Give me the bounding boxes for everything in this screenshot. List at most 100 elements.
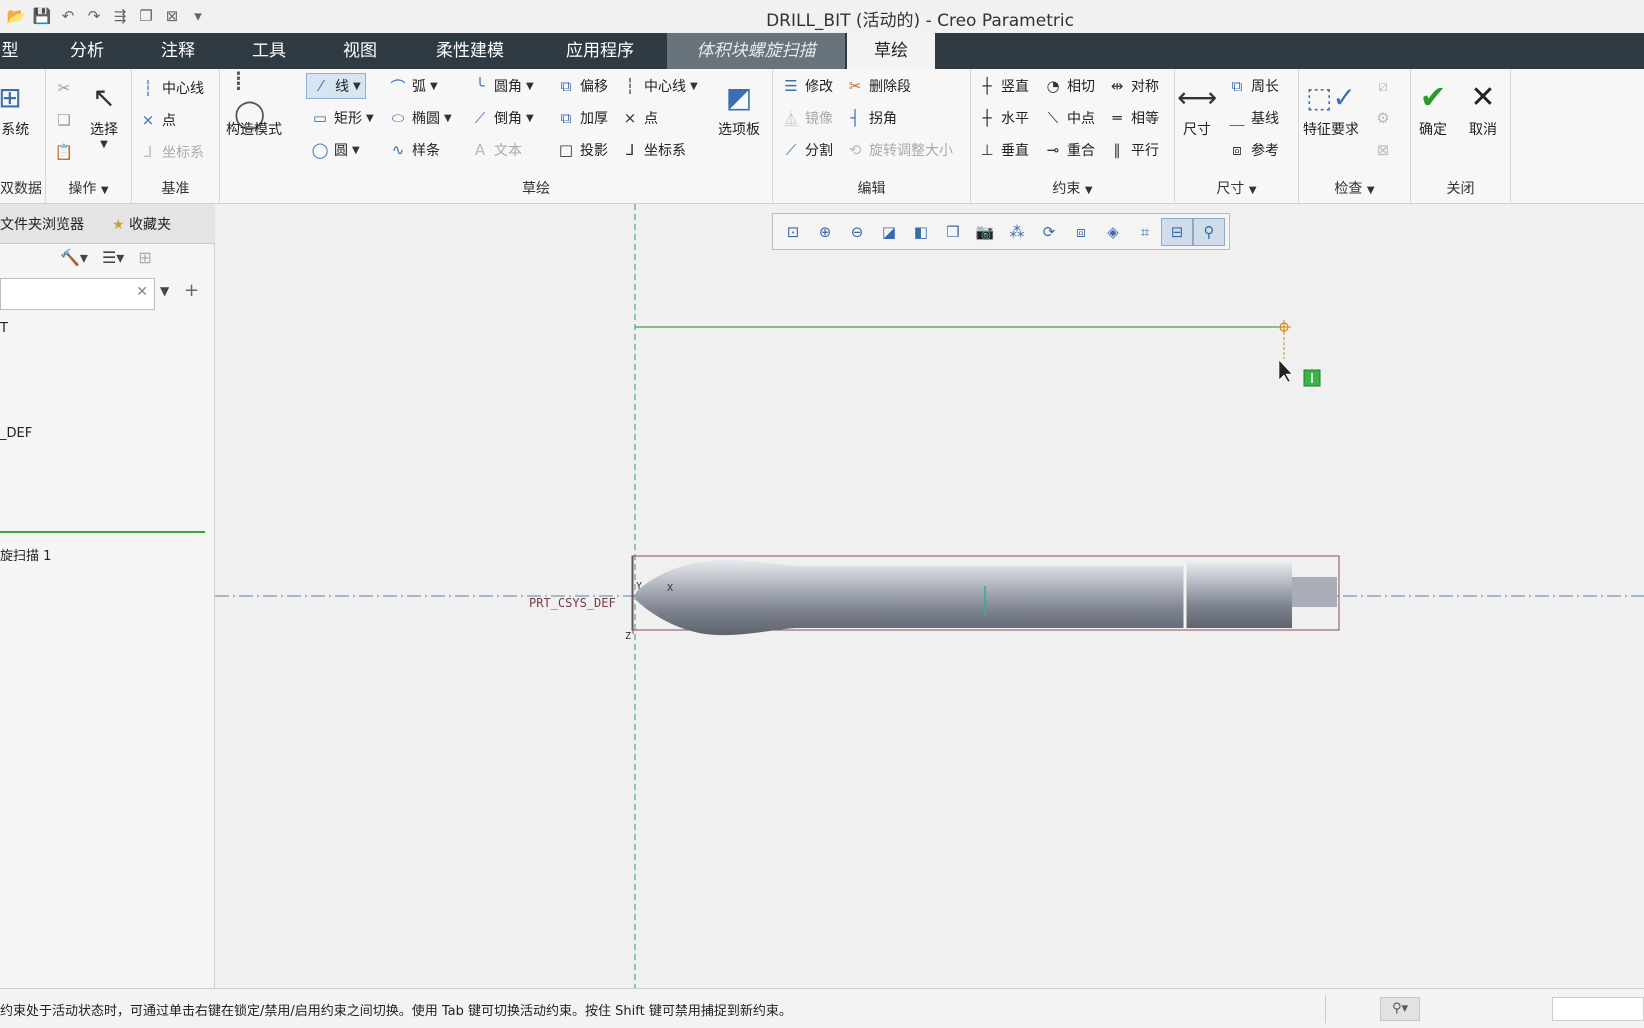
- tree-item[interactable]: T: [0, 321, 8, 336]
- construction-mode-button[interactable]: ⁞◯ 构造模式: [226, 64, 282, 139]
- group-label-dimension[interactable]: 尺寸 ▼: [1175, 178, 1298, 198]
- group-setup: ⊞ H系统 双数据: [0, 69, 46, 204]
- feature-requirements-button[interactable]: ⬚✓ 特征要求: [1303, 75, 1359, 139]
- search-input[interactable]: ✕: [0, 278, 155, 310]
- reference-icon: ⧈: [1232, 141, 1242, 159]
- dimension-button[interactable]: ⟷ 尺寸: [1177, 75, 1217, 139]
- vertical-icon: ┼: [982, 77, 992, 95]
- navigator-tabs: 文件夹浏览器 ★ 收藏夹: [0, 204, 215, 244]
- sketch-point-button[interactable]: × 点: [620, 105, 658, 131]
- tab-volume-helical-sweep[interactable]: 体积块螺旋扫描: [667, 33, 845, 69]
- chevron-down-icon: ▼: [352, 144, 360, 156]
- tab-applications[interactable]: 应用程序: [545, 33, 655, 69]
- perpendicular-constraint-button[interactable]: ⊥ 垂直: [977, 137, 1029, 163]
- graphics-window[interactable]: ⊡ ⊕ ⊖ ◪ ◧ ❒ 📷 ⁂ ⟳ ⧈ ◈ ⌗ ⊟ ⚲ Y X Z PRT_CS…: [215, 204, 1644, 988]
- tab-model[interactable]: 型: [0, 33, 20, 69]
- tab-folder-browser[interactable]: 文件夹浏览器: [0, 214, 84, 234]
- group-label-inspect[interactable]: 检查 ▼: [1299, 178, 1410, 198]
- csys-setup-button[interactable]: ⊞ H系统: [0, 75, 30, 139]
- tree-item[interactable]: 旋扫描 1: [0, 545, 51, 564]
- perimeter-button[interactable]: ⧉ 周长: [1227, 73, 1279, 99]
- modify-icon: ☰: [784, 77, 798, 95]
- arc-button[interactable]: ⌒ 弧 ▼: [388, 73, 437, 99]
- tab-flexible-modeling[interactable]: 柔性建模: [420, 33, 520, 69]
- line-button[interactable]: ⁄ 线 ▼: [306, 73, 366, 99]
- plus-icon[interactable]: +: [184, 280, 199, 301]
- modify-button[interactable]: ☰ 修改: [781, 73, 833, 99]
- select-button[interactable]: ↖ 选择 ▼: [84, 75, 124, 151]
- delete-segment-button[interactable]: ✂ 删除段: [845, 73, 911, 99]
- vertical-constraint-button[interactable]: ┼ 竖直: [977, 73, 1029, 99]
- find-button[interactable]: ⚲▾: [1380, 997, 1420, 1021]
- coordinate-system-icon: ⊞: [0, 80, 22, 114]
- divide-button[interactable]: ⟋ 分割: [781, 137, 833, 163]
- sketch-centerline-button[interactable]: ┆ 中心线 ▼: [620, 73, 697, 99]
- rectangle-button[interactable]: ▭ 矩形 ▼: [310, 105, 374, 131]
- sketch-svg: Y X Z PRT_CSYS_DEF: [215, 204, 1644, 988]
- mirror-button[interactable]: ⏅ 镜像: [781, 105, 833, 131]
- thicken-button[interactable]: ⧉ 加厚: [556, 105, 608, 131]
- ellipse-button[interactable]: ⬭ 椭圆 ▼: [388, 105, 452, 131]
- group-label-datum: 基准: [161, 181, 190, 197]
- clear-icon[interactable]: ✕: [136, 284, 148, 300]
- midpoint-constraint-button[interactable]: ⟍ 中点: [1043, 105, 1095, 131]
- tab-annotate[interactable]: 注释: [143, 33, 213, 69]
- tangent-constraint-button[interactable]: ◔ 相切: [1043, 73, 1095, 99]
- chevron-down-icon: ▼: [100, 185, 109, 196]
- tab-view[interactable]: 视图: [325, 33, 395, 69]
- group-label-operations[interactable]: 操作 ▼: [46, 178, 131, 198]
- circle-button[interactable]: ◯ 圆 ▼: [310, 137, 360, 163]
- inspect-tool-1-button[interactable]: ⧄: [1373, 73, 1393, 99]
- project-button[interactable]: □ 投影: [556, 137, 608, 163]
- tab-sketch[interactable]: 草绘: [847, 33, 935, 69]
- axis-y-label: Y: [636, 581, 642, 592]
- symmetric-constraint-button[interactable]: ⇹ 对称: [1107, 73, 1159, 99]
- tree-item[interactable]: _DEF: [0, 426, 32, 441]
- text-button[interactable]: A 文本: [470, 137, 522, 163]
- axis-z-label: Z: [625, 631, 631, 642]
- filter-icon[interactable]: ⊞: [138, 248, 151, 267]
- pointer-icon: ↖: [92, 80, 116, 114]
- datum-point-button[interactable]: × 点: [138, 107, 176, 133]
- favorites-icon: ★: [112, 217, 125, 233]
- datum-csys-button[interactable]: ⅃ 坐标系: [138, 139, 204, 165]
- chevron-down-icon[interactable]: ▼: [160, 284, 169, 298]
- tangent-icon: ◔: [1046, 77, 1060, 95]
- show-icon[interactable]: ☰▾: [102, 248, 124, 267]
- inspect-tool-3-button[interactable]: ⊠: [1373, 137, 1393, 163]
- baseline-button[interactable]: ⎽ 基线: [1227, 105, 1279, 131]
- inspect-tool-2-button[interactable]: ⚙: [1373, 105, 1393, 131]
- tab-favorites[interactable]: ★ 收藏夹: [112, 214, 171, 234]
- datum-centerline-button[interactable]: ┆ 中心线: [138, 75, 204, 101]
- parallel-constraint-button[interactable]: ∥ 平行: [1107, 137, 1159, 163]
- settings-icon[interactable]: 🔨▾: [60, 248, 88, 267]
- group-label-constrain[interactable]: 约束 ▼: [971, 178, 1174, 198]
- binoculars-icon: ⚲▾: [1391, 1001, 1409, 1016]
- coincident-constraint-button[interactable]: ⊸ 重合: [1043, 137, 1095, 163]
- horizontal-constraint-button[interactable]: ┼ 水平: [977, 105, 1029, 131]
- palette-button[interactable]: ◩ 选项板: [718, 75, 760, 139]
- csys-label: PRT_CSYS_DEF: [529, 596, 616, 610]
- status-divider: [1325, 995, 1377, 1023]
- cut-button[interactable]: ✂: [54, 75, 74, 101]
- copy-button[interactable]: ❏: [54, 107, 74, 133]
- equal-constraint-button[interactable]: ═ 相等: [1107, 105, 1159, 131]
- offset-button[interactable]: ⧉ 偏移: [556, 73, 608, 99]
- fillet-button[interactable]: ╰ 圆角 ▼: [470, 73, 533, 99]
- corner-button[interactable]: ┤ 拐角: [845, 105, 897, 131]
- rotate-resize-button[interactable]: ⟲ 旋转调整大小: [845, 137, 953, 163]
- chevron-down-icon: ▼: [526, 112, 534, 124]
- paste-button[interactable]: 📋: [54, 139, 74, 165]
- spline-button[interactable]: ∿ 样条: [388, 137, 440, 163]
- chamfer-button[interactable]: ⟋ 倒角 ▼: [470, 105, 534, 131]
- selection-filter[interactable]: [1552, 997, 1644, 1021]
- construction-icon: ⁞◯: [234, 64, 266, 130]
- ok-button[interactable]: ✔ 确定: [1413, 75, 1453, 139]
- sketch-csys-button[interactable]: ⅃ 坐标系: [620, 137, 686, 163]
- tab-analysis[interactable]: 分析: [52, 33, 122, 69]
- navigator-panel: 文件夹浏览器 ★ 收藏夹 🔨▾ ☰▾ ⊞ ✕ ▼ + T _DEF 旋扫描 1: [0, 204, 215, 988]
- group-datum: ┆ 中心线 × 点 ⅃ 坐标系 基准: [132, 69, 220, 204]
- reference-button[interactable]: ⧈ 参考: [1227, 137, 1279, 163]
- cancel-button[interactable]: ✕ 取消: [1463, 75, 1503, 139]
- baseline-icon: ⎽: [1229, 109, 1245, 127]
